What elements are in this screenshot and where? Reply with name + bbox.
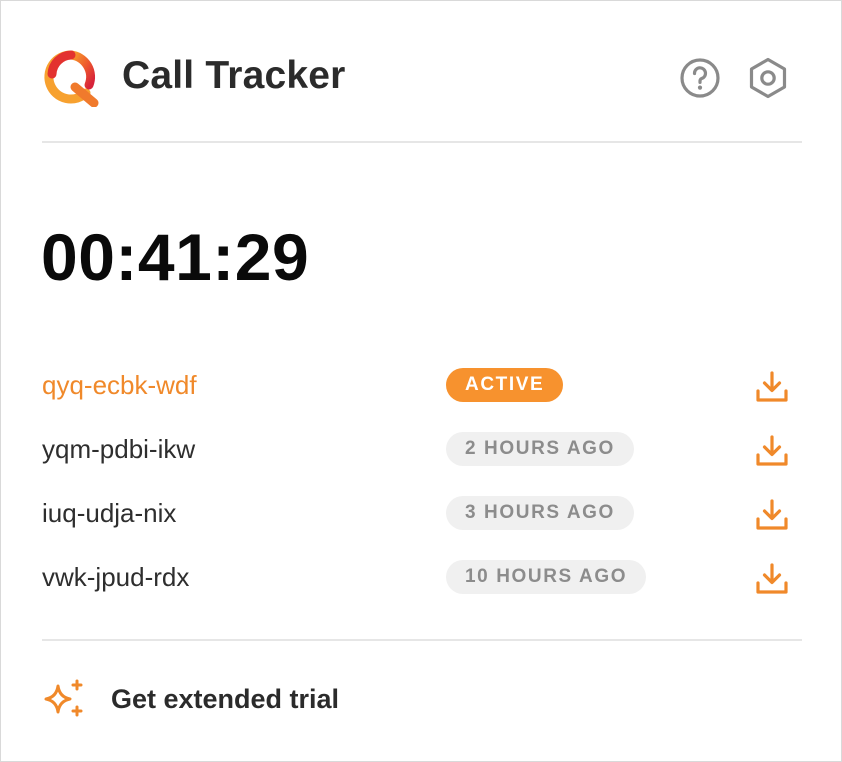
- download-icon: [756, 499, 788, 530]
- call-row: vwk-jpud-rdx 10 HOURS AGO: [42, 549, 802, 613]
- call-id-link[interactable]: vwk-jpud-rdx: [42, 561, 189, 593]
- call-row: yqm-pdbi-ikw 2 HOURS AGO: [42, 421, 802, 485]
- download-button[interactable]: [754, 497, 790, 533]
- call-id-link[interactable]: iuq-udja-nix: [42, 497, 176, 529]
- extended-trial-label: Get extended trial: [111, 684, 340, 714]
- call-list: qyq-ecbk-wdf ACTIVE yqm-pdbi-ikw 2 HOURS…: [42, 357, 802, 613]
- status-badge: ACTIVE: [446, 368, 564, 402]
- download-button[interactable]: [754, 561, 790, 597]
- header-divider: [42, 141, 802, 143]
- download-icon: [756, 371, 788, 402]
- download-icon: [756, 563, 788, 594]
- call-timer: 00:41:29: [41, 220, 310, 294]
- q-logo-icon: [44, 50, 99, 107]
- status-badge: 10 HOURS AGO: [446, 560, 647, 594]
- extended-trial-button[interactable]: Get extended trial: [42, 673, 802, 725]
- app-title: Call Tracker: [122, 54, 346, 97]
- call-row: qyq-ecbk-wdf ACTIVE: [42, 357, 802, 421]
- call-tracker-panel: Call Tracker 00:41:29 qyq-ecbk-wdf ACTIV…: [0, 0, 842, 762]
- hexagon-settings-icon: [749, 57, 787, 99]
- sparkles-icon: [44, 679, 83, 717]
- help-circle-icon: [680, 58, 720, 98]
- download-icon: [756, 435, 788, 466]
- call-row: iuq-udja-nix 3 HOURS AGO: [42, 485, 802, 549]
- status-badge: 2 HOURS AGO: [446, 432, 634, 466]
- call-id-link[interactable]: qyq-ecbk-wdf: [42, 369, 197, 401]
- header: Call Tracker: [42, 47, 802, 107]
- download-button[interactable]: [754, 369, 790, 405]
- download-button[interactable]: [754, 433, 790, 469]
- footer-divider: [42, 639, 802, 641]
- status-badge: 3 HOURS AGO: [446, 496, 634, 530]
- settings-button[interactable]: [746, 56, 790, 100]
- call-id-link[interactable]: yqm-pdbi-ikw: [42, 433, 195, 465]
- help-button[interactable]: [678, 56, 722, 100]
